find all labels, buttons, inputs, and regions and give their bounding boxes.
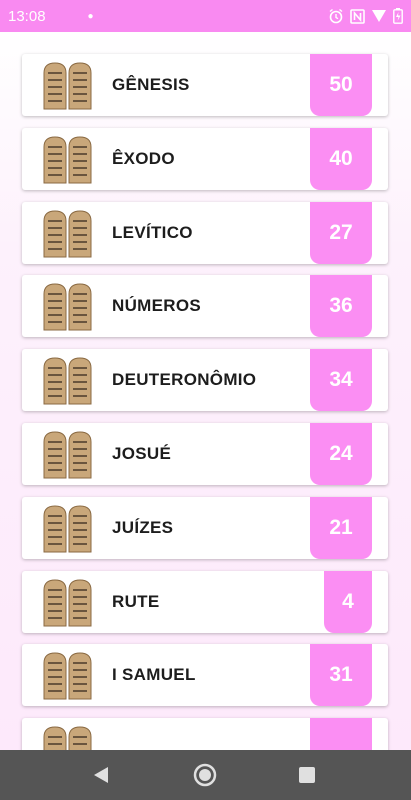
book-item[interactable] xyxy=(22,718,388,750)
book-item[interactable]: JOSUÉ 24 xyxy=(22,423,388,485)
wifi-icon xyxy=(371,9,387,23)
stone-tablets-icon xyxy=(42,651,94,701)
book-name: I SAMUEL xyxy=(112,665,196,685)
stone-tablets-icon xyxy=(42,504,94,554)
home-icon[interactable] xyxy=(193,763,217,787)
chapter-count-badge: 31 xyxy=(310,644,372,707)
stone-tablets-icon xyxy=(42,578,94,628)
book-item[interactable]: JUÍZES 21 xyxy=(22,496,388,559)
book-item[interactable]: NÚMEROS 36 xyxy=(22,275,388,338)
chapter-count-badge: 40 xyxy=(310,127,372,190)
book-item[interactable]: DEUTERONÔMIO 34 xyxy=(22,349,388,412)
book-name: ÊXODO xyxy=(112,148,175,168)
book-list-screen[interactable]: GÊNESIS 50 ÊXODO 40 LEVÍTICO 27 NÚMEROS 36 DEUTE… xyxy=(0,32,411,750)
alarm-icon xyxy=(328,8,344,24)
status-bar: 13:08 ● xyxy=(0,0,411,32)
chapter-count-badge: 27 xyxy=(310,201,372,264)
book-item[interactable]: I SAMUEL 31 xyxy=(22,644,388,707)
status-icons xyxy=(328,8,403,24)
book-name: DEUTERONÔMIO xyxy=(112,370,257,390)
book-item[interactable]: ÊXODO 40 xyxy=(22,127,388,190)
book-name: JUÍZES xyxy=(112,517,174,537)
stone-tablets-icon xyxy=(42,356,94,406)
recents-icon[interactable] xyxy=(295,763,319,787)
navigation-bar xyxy=(0,750,411,800)
nfc-icon xyxy=(350,8,365,24)
book-name: LEVÍTICO xyxy=(112,222,193,242)
book-item[interactable]: LEVÍTICO 27 xyxy=(22,201,388,264)
status-time: 13:08 xyxy=(8,7,46,25)
back-icon[interactable] xyxy=(89,763,113,787)
stone-tablets-icon xyxy=(42,61,94,111)
book-item[interactable]: RUTE 4 xyxy=(22,570,388,633)
stone-tablets-icon xyxy=(42,209,94,259)
chapter-count-badge: 34 xyxy=(310,349,372,412)
chapter-count-badge: 4 xyxy=(324,570,372,633)
book-name: RUTE xyxy=(112,591,160,611)
book-name: NÚMEROS xyxy=(112,296,201,316)
chapter-count-badge: 36 xyxy=(310,275,372,338)
book-name: JOSUÉ xyxy=(112,444,172,463)
battery-icon xyxy=(393,8,403,24)
chapter-count-badge: 50 xyxy=(310,54,372,116)
book-name: GÊNESIS xyxy=(112,75,190,94)
dot-icon: ● xyxy=(87,10,94,22)
stone-tablets-icon xyxy=(42,282,94,332)
stone-tablets-icon xyxy=(42,430,94,480)
book-item[interactable]: GÊNESIS 50 xyxy=(22,54,388,116)
chapter-count-badge xyxy=(310,718,372,750)
stone-tablets-icon xyxy=(42,135,94,185)
chapter-count-badge: 21 xyxy=(310,496,372,559)
stone-tablets-icon xyxy=(42,725,94,750)
chapter-count-badge: 24 xyxy=(310,423,372,485)
